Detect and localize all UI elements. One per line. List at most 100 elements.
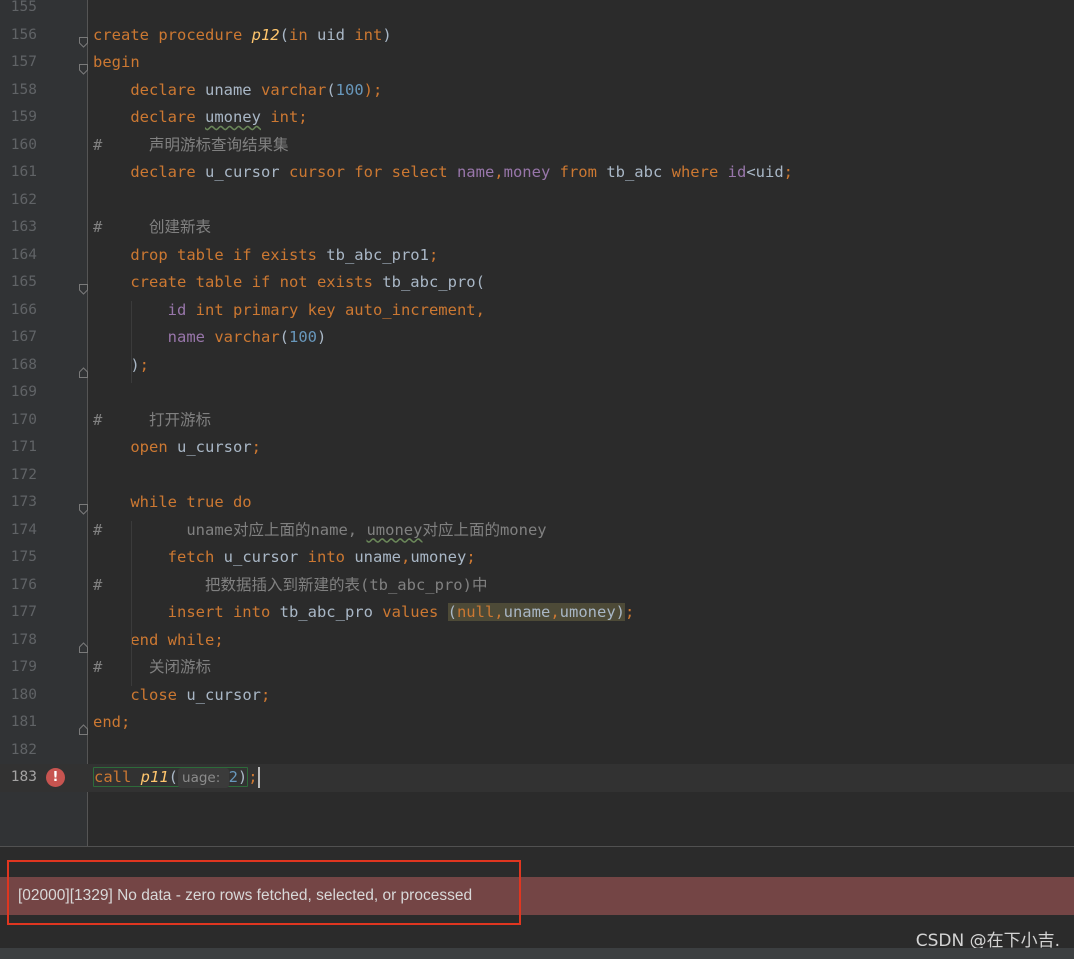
code-line[interactable]: 177 insert into tb_abc_pro values (null,… <box>0 599 1074 627</box>
code-line[interactable]: 163 # 创建新表 <box>0 214 1074 242</box>
line-number[interactable]: 160 <box>0 132 37 160</box>
line-number[interactable]: 168 <box>0 352 37 380</box>
code-token: int <box>354 25 383 44</box>
line-number[interactable]: 181 <box>0 709 37 737</box>
code-text: begin <box>93 49 140 77</box>
code-line[interactable]: 180 close u_cursor; <box>0 682 1074 710</box>
code-token: # 关闭游标 <box>93 658 211 676</box>
code-line[interactable]: 161 declare u_cursor cursor for select n… <box>0 159 1074 187</box>
code-area[interactable]: 155 156 create procedure p12(in uid int) 15… <box>0 0 1074 846</box>
code-token: umoney <box>410 548 467 566</box>
line-number[interactable]: 165 <box>0 269 37 297</box>
line-number[interactable]: 156 <box>0 22 37 50</box>
code-token: while true do <box>93 493 252 511</box>
code-line[interactable]: 165 create table if not exists tb_abc_pr… <box>0 269 1074 297</box>
code-text: declare uname varchar(100); <box>93 77 382 105</box>
code-line[interactable]: 168 ); <box>0 352 1074 380</box>
code-token: , <box>550 603 560 621</box>
line-number[interactable]: 155 <box>0 0 37 22</box>
code-line[interactable]: 169 <box>0 379 1074 407</box>
code-line[interactable]: 156 create procedure p12(in uid int) <box>0 22 1074 50</box>
code-line[interactable]: 164 drop table if exists tb_abc_pro1; <box>0 242 1074 270</box>
line-number[interactable]: 162 <box>0 187 37 215</box>
code-line[interactable]: 166 id int primary key auto_increment, <box>0 297 1074 325</box>
code-token: 对应上面的money <box>422 520 547 539</box>
code-line[interactable]: 182 <box>0 737 1074 765</box>
code-token: ; <box>260 685 271 704</box>
code-line[interactable]: 160 # 声明游标查询结果集 <box>0 132 1074 160</box>
line-number[interactable]: 170 <box>0 407 37 435</box>
line-number[interactable]: 179 <box>0 654 37 682</box>
code-token: name <box>456 163 495 181</box>
line-number[interactable]: 171 <box>0 434 37 462</box>
code-line[interactable]: 173 while true do <box>0 489 1074 517</box>
code-token: values <box>382 603 448 621</box>
line-number[interactable]: 167 <box>0 324 37 352</box>
line-number[interactable]: 180 <box>0 682 37 710</box>
code-token: ; <box>428 245 439 264</box>
code-token: tb_abc_pro <box>382 273 476 291</box>
fold-open-icon[interactable] <box>79 57 88 75</box>
code-line[interactable]: 158 declare uname varchar(100); <box>0 77 1074 105</box>
line-number[interactable]: 183 <box>0 764 37 792</box>
line-number[interactable]: 163 <box>0 214 37 242</box>
code-line[interactable]: 181 end; <box>0 709 1074 737</box>
code-token: < <box>746 163 756 181</box>
code-line[interactable]: 159 declare umoney int; <box>0 104 1074 132</box>
code-line[interactable]: 176 # 把数据插入到新建的表(tb_abc_pro)中 <box>0 572 1074 600</box>
line-number[interactable]: 164 <box>0 242 37 270</box>
code-line[interactable]: 175 fetch u_cursor into uname,umoney; <box>0 544 1074 572</box>
fold-open-icon[interactable] <box>79 497 88 515</box>
code-token: fetch <box>93 548 224 566</box>
line-number[interactable]: 176 <box>0 572 37 600</box>
line-number[interactable]: 166 <box>0 297 37 325</box>
code-line[interactable]: 174 # uname对应上面的name, umoney对应上面的money <box>0 517 1074 545</box>
call-statement[interactable]: call p11(uage: 2) <box>93 767 249 788</box>
fold-open-icon[interactable] <box>79 30 88 48</box>
code-token: declare <box>93 163 205 181</box>
code-token: # 声明游标查询结果集 <box>93 135 289 154</box>
line-number[interactable]: 173 <box>0 489 37 517</box>
code-line[interactable]: 155 <box>0 0 1074 22</box>
line-number[interactable]: 169 <box>0 379 37 407</box>
code-text: ); <box>93 352 149 380</box>
code-token: u_cursor <box>177 438 252 456</box>
code-token: cursor for select <box>288 163 457 181</box>
code-token: ; <box>139 355 150 374</box>
line-number[interactable]: 161 <box>0 159 37 187</box>
fold-close-icon[interactable] <box>79 360 88 378</box>
line-number[interactable]: 174 <box>0 517 37 545</box>
line-number[interactable]: 158 <box>0 77 37 105</box>
code-line[interactable]: 157 begin <box>0 49 1074 77</box>
code-line[interactable]: 171 open u_cursor; <box>0 434 1074 462</box>
code-line[interactable]: 183! call p11(uage: 2); <box>0 764 1074 792</box>
line-number[interactable]: 159 <box>0 104 37 132</box>
code-text: id int primary key auto_increment, <box>93 297 485 325</box>
code-token: end; <box>93 713 131 731</box>
code-text: # 把数据插入到新建的表(tb_abc_pro)中 <box>93 572 487 600</box>
fold-open-icon[interactable] <box>79 277 88 295</box>
error-icon[interactable]: ! <box>46 768 65 787</box>
fold-close-icon[interactable] <box>79 635 88 653</box>
code-line[interactable]: 178 end while; <box>0 627 1074 655</box>
code-token: varchar <box>260 80 327 99</box>
line-number[interactable]: 175 <box>0 544 37 572</box>
code-token: ; <box>783 163 793 181</box>
fold-close-icon[interactable] <box>79 717 88 735</box>
code-token: call <box>94 768 141 786</box>
line-number[interactable]: 172 <box>0 462 37 490</box>
code-token: ( <box>279 25 289 44</box>
line-number[interactable]: 177 <box>0 599 37 627</box>
code-token: ) <box>382 25 392 44</box>
line-number[interactable]: 178 <box>0 627 37 655</box>
line-number[interactable]: 182 <box>0 737 37 765</box>
code-line[interactable]: 172 <box>0 462 1074 490</box>
code-line[interactable]: 167 name varchar(100) <box>0 324 1074 352</box>
code-editor[interactable]: 155 156 create procedure p12(in uid int) 15… <box>0 0 1074 846</box>
code-token: end while; <box>93 630 224 649</box>
code-token: uname <box>204 80 261 99</box>
code-line[interactable]: 170 # 打开游标 <box>0 407 1074 435</box>
code-line[interactable]: 179 # 关闭游标 <box>0 654 1074 682</box>
line-number[interactable]: 157 <box>0 49 37 77</box>
code-line[interactable]: 162 <box>0 187 1074 215</box>
